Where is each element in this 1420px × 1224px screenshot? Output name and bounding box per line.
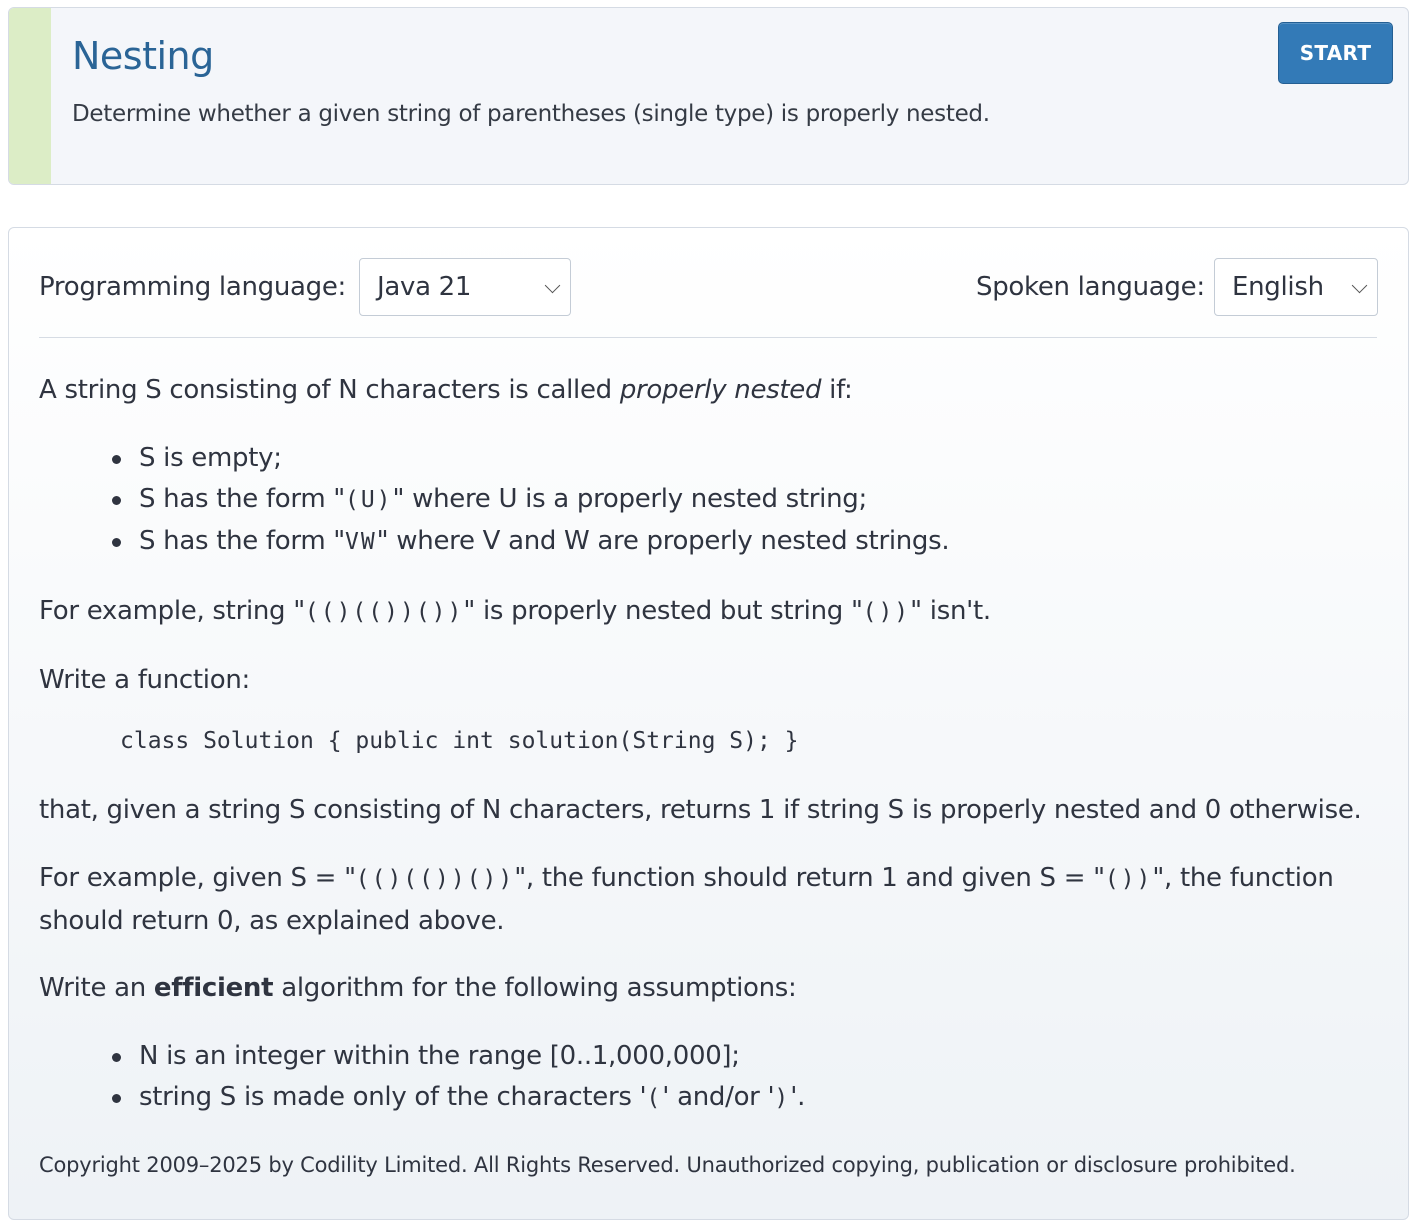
programming-language-value: Java 21	[377, 272, 472, 302]
assumptions-list: N is an integer within the range [0..1,0…	[109, 1036, 805, 1119]
list-item: S has the form "VW" where V and W are pr…	[109, 521, 950, 563]
list-item: S is empty;	[109, 438, 949, 479]
write-function-label: Write a function:	[39, 665, 250, 695]
spoken-language-select[interactable]: English	[1214, 258, 1378, 316]
given-example-paragraph: For example, given S = "(()(())())", the…	[39, 863, 1334, 936]
start-button[interactable]: START	[1278, 22, 1393, 84]
function-signature: class Solution { public int solution(Str…	[120, 728, 799, 754]
chevron-down-icon	[544, 277, 561, 294]
task-description-card: Programming language: Java 21 Spoken lan…	[8, 227, 1409, 1220]
efficient-term: efficient	[153, 973, 274, 1003]
returns-paragraph: that, given a string S consisting of N c…	[39, 795, 1362, 825]
list-item: N is an integer within the range [0..1,0…	[109, 1036, 805, 1077]
task-short-description: Determine whether a given string of pare…	[72, 101, 990, 127]
spoken-language-value: English	[1232, 272, 1324, 302]
language-selector-row: Programming language: Java 21 Spoken lan…	[39, 258, 1378, 338]
properly-nested-term: properly nested	[619, 375, 822, 405]
efficiency-paragraph: Write an efficient algorithm for the fol…	[39, 973, 797, 1003]
spoken-language-label: Spoken language:	[976, 272, 1205, 302]
copyright-notice: Copyright 2009–2025 by Codility Limited.…	[39, 1153, 1296, 1177]
chevron-down-icon	[1351, 277, 1368, 294]
list-item: string S is made only of the characters …	[109, 1077, 805, 1119]
list-item: S has the form "(U)" where U is a proper…	[109, 479, 949, 521]
intro-paragraph: A string S consisting of N characters is…	[39, 375, 853, 405]
example-paragraph: For example, string "(()(())())" is prop…	[39, 596, 991, 626]
programming-language-label: Programming language:	[39, 272, 347, 302]
header-accent-bar	[9, 8, 51, 184]
programming-language-select[interactable]: Java 21	[359, 258, 571, 316]
task-title: Nesting	[72, 34, 214, 78]
task-header: Nesting Determine whether a given string…	[8, 7, 1409, 185]
nesting-rules-list: S is empty; S has the form "(U)" where U…	[109, 438, 950, 563]
